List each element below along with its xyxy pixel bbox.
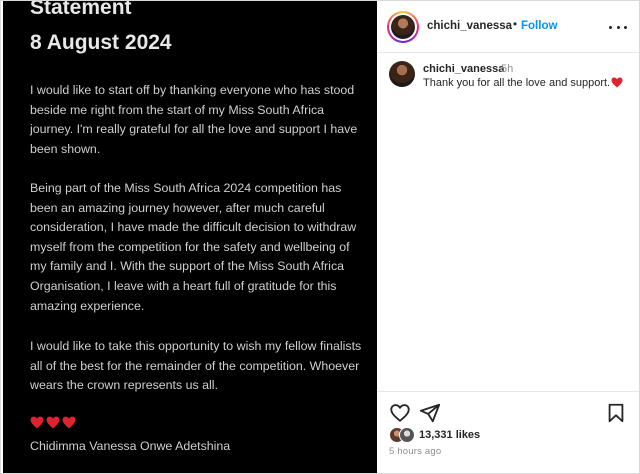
red-heart-icon: [30, 416, 44, 429]
statement-paragraph-1: I would like to start off by thanking ev…: [30, 83, 358, 156]
more-horizontal-icon[interactable]: [609, 18, 627, 36]
heart-outline-icon[interactable]: [389, 402, 411, 424]
comment-avatar[interactable]: [389, 61, 415, 87]
statement-signature: Chidimma Vanessa Onwe Adetshina: [30, 439, 231, 453]
bookmark-icon[interactable]: [605, 402, 627, 424]
statement-paragraph-3: I would like to take this opportunity to…: [30, 339, 362, 393]
post-sidebar: chichi_vanessa • Follow chichi_vanessa 5…: [377, 1, 639, 473]
red-heart-icon: [46, 416, 60, 429]
statement-date: 8 August 2024: [30, 31, 172, 54]
likes-row[interactable]: 13,331 likes: [389, 426, 480, 444]
liker-avatars: [389, 427, 417, 443]
hearts-row: [30, 416, 76, 429]
follow-button[interactable]: Follow: [521, 20, 557, 32]
post-image[interactable]: Statement 8 August 2024 I would like to …: [3, 1, 377, 473]
likes-count[interactable]: 13,331 likes: [419, 429, 480, 441]
statement-title: Statement: [30, 1, 132, 19]
comment-username-link[interactable]: chichi_vanessa: [423, 63, 504, 75]
comment-text: Thank you for all the love and support.: [423, 77, 611, 89]
action-bar: [377, 391, 639, 427]
statement-paragraph-2: Being part of the Miss South Africa 2024…: [30, 181, 357, 313]
header-username-link[interactable]: chichi_vanessa: [427, 20, 512, 32]
avatar[interactable]: [387, 11, 419, 43]
red-heart-icon: [611, 77, 623, 88]
header-separator: •: [513, 19, 518, 31]
post-header: chichi_vanessa • Follow: [377, 1, 639, 53]
instagram-post-frame: Statement 8 August 2024 I would like to …: [0, 0, 640, 474]
paper-plane-icon[interactable]: [419, 402, 441, 424]
red-heart-icon: [62, 416, 76, 429]
comment-time: 5h: [501, 63, 514, 75]
post-timestamp[interactable]: 5 hours ago: [389, 446, 441, 457]
